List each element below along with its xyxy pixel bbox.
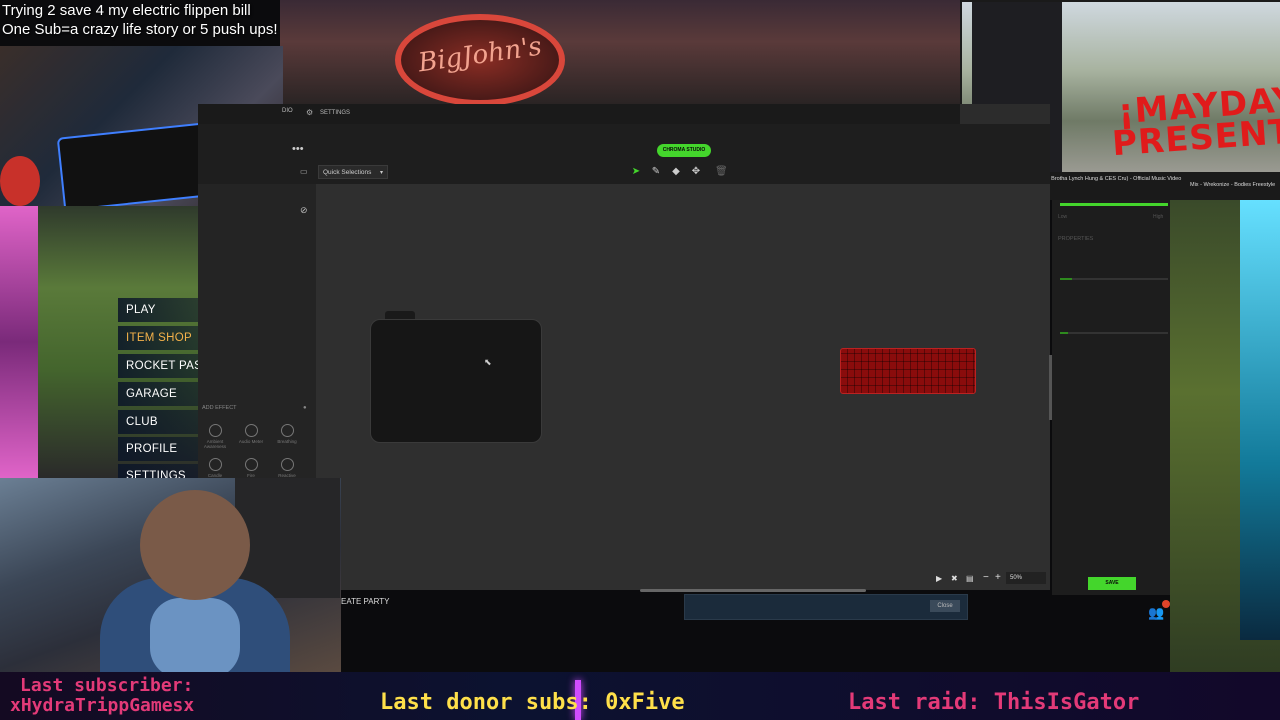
visibility-off-icon[interactable]: ⊘ [300,205,308,216]
fill-tool-icon[interactable]: ◆ [670,166,682,178]
tab-studio[interactable]: DIO [282,108,293,114]
horizontal-scrollbar[interactable] [640,589,866,592]
effect-breathing-label: Breathing [277,439,297,444]
effect-audio-meter[interactable]: Audio Meter [236,424,266,444]
quick-selections-label: Quick Selections [323,169,372,176]
effect-reactive-icon [280,458,294,471]
gear-icon[interactable]: ⚙ [306,108,313,117]
properties-heading: PROPERTIES [1058,236,1094,242]
chevron-down-icon: ▾ [379,170,383,176]
zoom-in-button[interactable]: + [995,572,1001,583]
quick-selections-dropdown[interactable]: Quick Selections ▾ [318,165,388,179]
effect-reactive[interactable]: Reactive [272,458,302,478]
effect-fire-icon [244,458,258,471]
folder-icon[interactable]: ▭ [300,167,310,176]
mouse-cursor-icon: ⬉ [484,357,492,367]
play-icon[interactable]: ▶ [936,574,942,583]
stream-goal-line1: Trying 2 save 4 my electric flippen bill [2,2,251,19]
move-tool-icon[interactable]: ✥ [690,166,702,178]
stream-goal-line2: One Sub=a crazy life story or 5 push ups… [2,21,278,38]
effect-breathing[interactable]: Breathing [272,424,302,444]
zoom-out-button[interactable]: − [983,572,989,583]
friends-icon[interactable]: 👥 [1148,605,1164,621]
select-tool-icon[interactable]: ➤ [630,166,642,178]
effect-audio-meter-label: Audio Meter [238,439,264,444]
face-webcam [0,478,341,672]
effect-breathing-icon [280,424,294,437]
property-slider-1[interactable] [1060,278,1168,280]
add-effect-heading: ADD EFFECT [202,405,237,411]
next-video-title[interactable]: Mix - Wrekonize - Bodies Freestyle [1190,182,1280,188]
effect-candle[interactable]: Candle [200,458,230,478]
pen-tool-icon[interactable]: ✎ [650,166,662,178]
party-bar [684,594,968,620]
last-donor: Last donor subs: 0xFive [380,690,685,715]
property-slider-2[interactable] [1060,332,1168,334]
keyboard-view-icon[interactable]: ▤ [966,574,974,583]
effect-ambient[interactable]: Ambient Awareness [200,424,230,449]
close-button[interactable]: Close [930,600,960,612]
mousepad-device[interactable] [370,319,542,443]
keyboard-device[interactable] [840,348,976,394]
properties-panel [1052,200,1170,595]
effect-candle-icon [208,458,222,471]
speed-slider[interactable] [1060,203,1168,206]
chroma-studio-badge[interactable]: CHROMA STUDIO [657,144,711,157]
slider-low-label: Low [1058,214,1068,220]
info-icon[interactable]: ● [303,405,307,411]
save-button[interactable]: SAVE [1088,577,1136,590]
background-scene [280,0,970,104]
notification-badge [1162,600,1170,608]
trash-icon[interactable]: 🗑 [715,166,728,178]
create-party-label[interactable]: EATE PARTY [341,597,389,606]
slider-high-label: High [1153,214,1164,220]
last-subscriber-label: Last subscriber: [20,675,194,696]
effect-fire[interactable]: Fire [236,458,266,478]
more-options-icon[interactable]: ••• [292,143,304,155]
game-background-right [1170,200,1280,680]
zoom-level-select[interactable]: 50% [1006,572,1046,584]
tab-settings[interactable]: SETTINGS [320,110,350,116]
effect-ambient-label: Ambient Awareness [203,439,227,449]
last-raid: Last raid: ThisIsGator [848,690,1140,715]
mute-icon[interactable]: ✖ [951,574,958,583]
effect-ambient-icon [208,424,222,437]
last-subscriber-name: xHydraTrippGamesx [10,695,195,716]
effect-audio-meter-icon [244,424,258,437]
